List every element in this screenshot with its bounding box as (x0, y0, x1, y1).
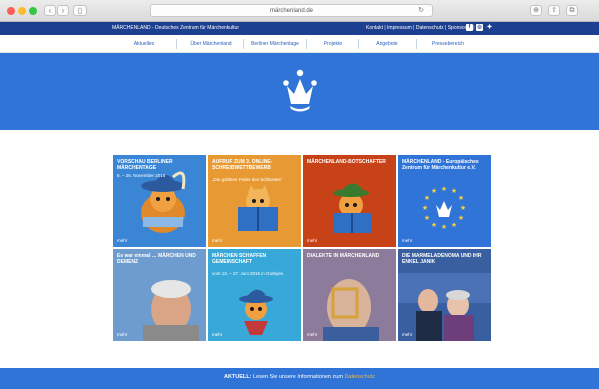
more-link[interactable]: mehr (212, 332, 222, 337)
url-text: märchenland.de (269, 8, 314, 14)
menu-divider (176, 39, 177, 49)
twitter-icon[interactable]: ✦ (486, 24, 493, 31)
tile-title: MÄRCHENLAND-BOTSCHAFTER (307, 159, 386, 165)
svg-text:★: ★ (424, 194, 430, 202)
menu-divider (416, 39, 417, 49)
more-link[interactable]: mehr (307, 238, 317, 243)
tile-vorschau-maerchentage[interactable]: VORSCHAU BERLINER MÄRCHENTAGE 8. – 26. N… (113, 155, 206, 247)
tile-dialekte[interactable]: DIALEKTE IN MÄRCHENLAND mehr (303, 249, 396, 341)
privacy-link[interactable]: Datenschutz (344, 374, 375, 380)
svg-text:★: ★ (458, 194, 464, 202)
svg-text:★: ★ (441, 185, 447, 193)
svg-text:★: ★ (458, 214, 464, 222)
tile-maerchen-schaffen-gemeinschaft[interactable]: MÄRCHEN SCHAFFEN GEMEINSCHAFT vom 13. – … (208, 249, 301, 341)
menu-item-pressebereich[interactable]: Pressebereich (420, 38, 476, 50)
more-link[interactable]: mehr (212, 238, 222, 243)
menu-item-aktuelles[interactable]: Aktuelles (118, 38, 170, 50)
menu-divider (306, 39, 307, 49)
tile-title: AUFRUF ZUM 3. ONLINE-SCHREIBWETTBEWERB (212, 159, 273, 171)
tile-title: Es war einmal … MÄRCHEN UND DEMENZ (117, 253, 196, 265)
svg-text:★: ★ (422, 204, 428, 212)
more-link[interactable]: mehr (307, 332, 317, 337)
footer-notice: AKTUELL: Lesen Sie unsere Informationen … (0, 374, 599, 380)
tile-marmeladenoma[interactable]: DIE MARMELADENOMA UND IHR ENKEL JANIK me… (398, 249, 491, 341)
address-bar[interactable]: märchenland.de ↻ (150, 4, 433, 17)
top-links[interactable]: Kontakt | Impressum | Datenschutz | Spon… (366, 25, 475, 31)
tabs-icon[interactable]: ⧉ (566, 5, 578, 16)
footer-bar: AKTUELL: Lesen Sie unsere Informationen … (0, 368, 599, 389)
footer-label: AKTUELL: (223, 374, 252, 380)
main-menu: Aktuelles Über Märchenland Berliner Märc… (0, 35, 599, 53)
svg-text:★: ★ (460, 204, 466, 212)
tile-schreibwettbewerb[interactable]: AUFRUF ZUM 3. ONLINE-SCHREIBWETTBEWERB „… (208, 155, 301, 247)
download-icon[interactable]: ⊕ (530, 5, 542, 16)
svg-text:★: ★ (431, 221, 437, 229)
instagram-icon[interactable]: ◎ (476, 24, 483, 31)
share-icon[interactable]: ⇧ (548, 5, 560, 16)
zoom-window-button[interactable] (29, 7, 37, 15)
sidebar-icon[interactable]: ▯ (73, 5, 87, 16)
more-link[interactable]: mehr (117, 238, 127, 243)
tile-subtitle: vom 13. – 27. Juni 2015 in Gorbyes (212, 271, 284, 276)
more-link[interactable]: mehr (117, 332, 127, 337)
tile-title: MÄRCHEN SCHAFFEN GEMEINSCHAFT (212, 253, 267, 265)
menu-divider (358, 39, 359, 49)
footer-text: Lesen Sie unsere Informationen zum (251, 374, 345, 380)
tile-title: DIALEKTE IN MÄRCHENLAND (307, 253, 380, 259)
svg-text:★: ★ (451, 221, 457, 229)
more-link[interactable]: mehr (402, 238, 412, 243)
reload-icon[interactable]: ↻ (418, 5, 424, 17)
tile-title: MÄRCHENLAND - Europäisches Zentrum für M… (402, 159, 479, 171)
minimize-window-button[interactable] (18, 7, 26, 15)
svg-text:★: ★ (451, 187, 457, 195)
crown-logo[interactable] (280, 68, 320, 114)
tile-subtitle: „Die goldene Feder des Schlosses“ (212, 177, 283, 182)
back-icon[interactable]: ‹ (44, 5, 56, 16)
menu-divider (243, 39, 244, 49)
svg-text:★: ★ (441, 223, 447, 231)
site-topbar: MÄRCHENLAND - Deutsches Zentrum für Märc… (0, 22, 599, 35)
menu-item-ueber-maerchenland[interactable]: Über Märchenland (180, 38, 242, 50)
site-name[interactable]: MÄRCHENLAND - Deutsches Zentrum für Märc… (112, 25, 239, 31)
tile-title: DIE MARMELADENOMA UND IHR ENKEL JANIK (402, 253, 482, 265)
tile-europaeisches-zentrum[interactable]: ★ ★ ★ ★ ★ ★ ★ ★ ★ ★ ★ ★ MÄRCHENLAND - Europäisch… (398, 155, 491, 247)
close-window-button[interactable] (7, 7, 15, 15)
menu-item-projekte[interactable]: Projekte (312, 38, 354, 50)
tile-botschafter[interactable]: MÄRCHENLAND-BOTSCHAFTER mehr (303, 155, 396, 247)
tile-illustration (333, 183, 371, 233)
menu-item-angebote[interactable]: Angebote (362, 38, 412, 50)
tile-photo (303, 249, 396, 341)
menu-item-berliner-maerchentage[interactable]: Berliner Märchentage (246, 38, 304, 50)
svg-text:★: ★ (424, 214, 430, 222)
tile-subtitle: 8. – 26. November 2016 (117, 173, 166, 178)
forward-icon[interactable]: › (57, 5, 69, 16)
more-link[interactable]: mehr (402, 332, 412, 337)
tile-maerchen-und-demenz[interactable]: Es war einmal … MÄRCHEN UND DEMENZ mehr (113, 249, 206, 341)
browser-toolbar: ‹ › ▯ märchenland.de ↻ ⊕ ⇧ ⧉ (0, 0, 599, 22)
tile-title: VORSCHAU BERLINER MÄRCHENTAGE (117, 159, 173, 171)
svg-text:★: ★ (431, 187, 437, 195)
facebook-icon[interactable]: f (466, 24, 473, 31)
